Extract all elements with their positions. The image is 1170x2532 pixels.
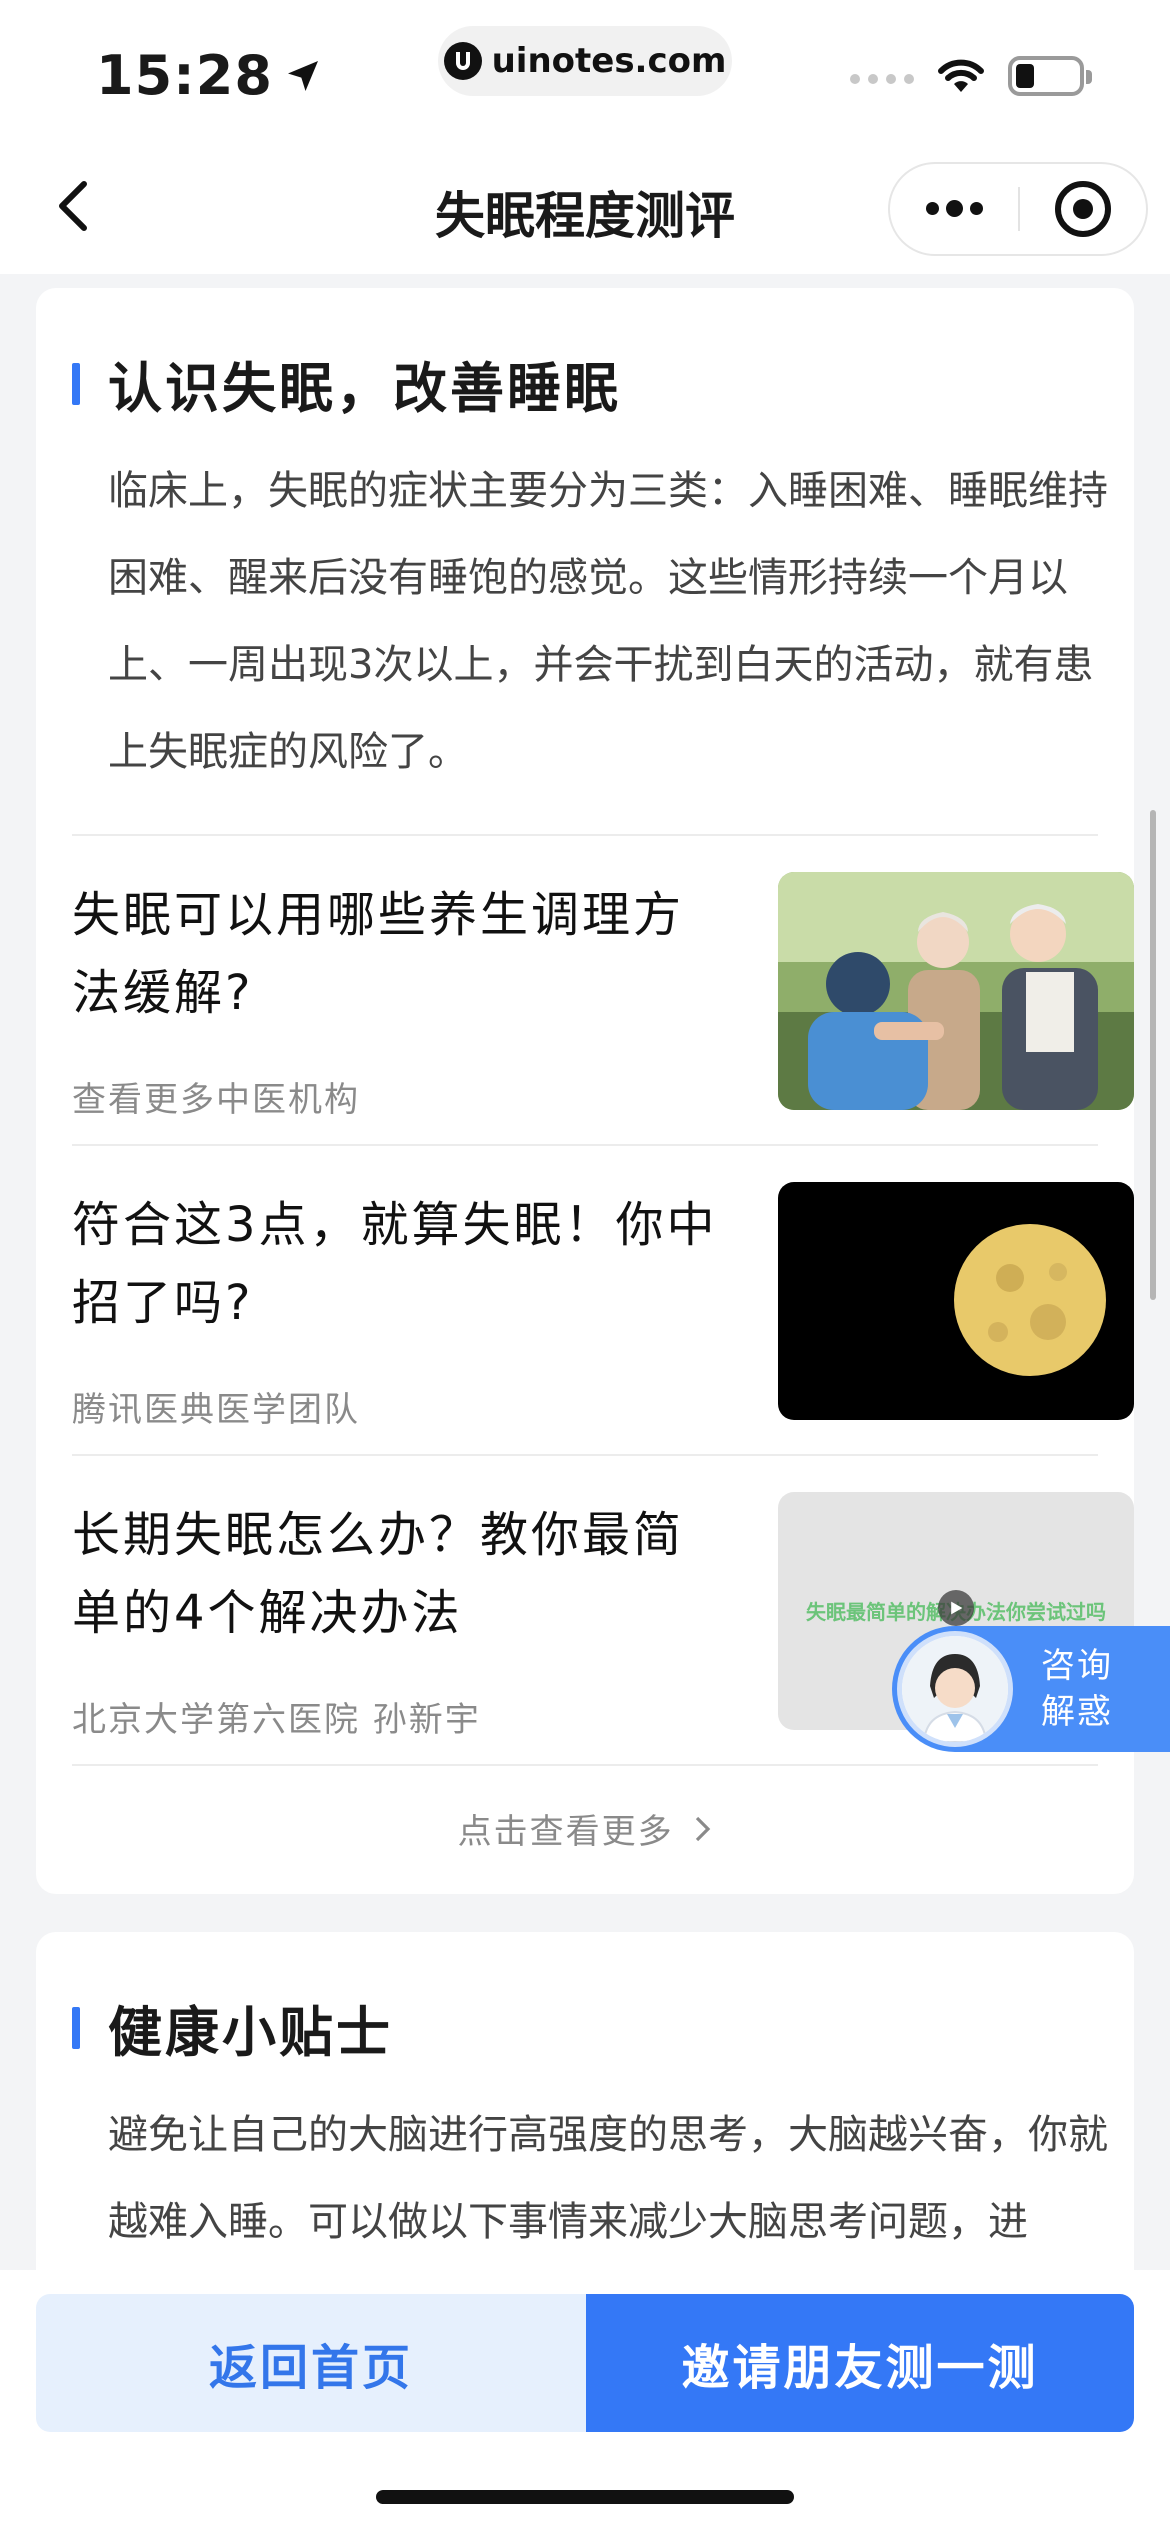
consult-label-line1: 咨询 [1041, 1646, 1113, 1686]
invite-friends-button[interactable]: 邀请朋友测一测 [586, 2294, 1134, 2432]
scrollbar[interactable] [1150, 810, 1156, 1300]
back-to-home-button[interactable]: 返回首页 [36, 2294, 586, 2432]
play-icon [938, 1590, 974, 1626]
location-arrow-icon [283, 56, 323, 96]
section-title: 健康小贴士 [108, 2001, 393, 2064]
article-thumbnail [778, 1182, 1134, 1420]
section-intro: 避免让自己的大脑进行高强度的思考，大脑越兴奋，你就越难入睡。可以做以下事情来减少… [108, 2112, 1108, 2245]
doctor-avatar [897, 1631, 1013, 1747]
consult-float-button[interactable]: 咨询 解惑 [892, 1626, 1170, 1752]
section-intro: 临床上，失眠的症状主要分为三类：入睡困难、睡眠维持困难、醒来后没有睡饱的感觉。这… [108, 468, 1108, 775]
status-time: 15:28 [96, 44, 323, 107]
section-accent-bar [72, 2006, 80, 2049]
section-title: 认识失眠，改善睡眠 [108, 357, 621, 420]
article-title: 失眠可以用哪些养生调理方法缓解? [72, 887, 685, 1021]
chevron-right-icon [694, 1812, 712, 1852]
status-time-text: 15:28 [96, 44, 273, 107]
article-title: 符合这3点，就算失眠！你中招了吗? [72, 1197, 718, 1331]
section-header: 健康小贴士 [72, 1988, 393, 2067]
consult-label-line2: 解惑 [1041, 1692, 1113, 1732]
url-text: uinotes.com [491, 41, 727, 81]
article-source: 北京大学第六医院 孙新宇 [72, 1700, 481, 1740]
wifi-icon [935, 56, 987, 100]
miniprogram-capsule [888, 162, 1148, 256]
article-item[interactable]: 符合这3点，就算失眠！你中招了吗? 腾讯医典医学团队 [72, 1144, 1134, 1454]
list-divider [72, 1764, 1098, 1766]
article-thumbnail [778, 872, 1134, 1110]
battery-icon [1008, 56, 1092, 96]
url-pill[interactable]: uinotes.com [438, 26, 732, 96]
nav-bar: 失眠程度测评 [0, 140, 1170, 274]
section-accent-bar [72, 362, 80, 405]
article-source: 查看更多中医机构 [72, 1080, 360, 1120]
status-bar: 15:28 uinotes.com [0, 0, 1170, 140]
see-more-link[interactable]: 点击查看更多 [36, 1804, 1134, 1853]
close-target-icon [1055, 181, 1111, 237]
site-logo-icon [443, 42, 482, 80]
more-options-icon[interactable] [890, 199, 1018, 217]
consult-label: 咨询 解惑 [1041, 1643, 1113, 1735]
article-item[interactable]: 失眠可以用哪些养生调理方法缓解? 查看更多中医机构 [72, 834, 1134, 1144]
close-miniprogram-button[interactable] [1020, 181, 1146, 237]
section-header: 认识失眠，改善睡眠 [72, 344, 621, 423]
article-title: 长期失眠怎么办？教你最简单的4个解决办法 [72, 1507, 685, 1641]
article-source: 腾讯医典医学团队 [72, 1390, 360, 1430]
home-indicator [376, 2490, 794, 2504]
see-more-label: 点击查看更多 [457, 1812, 674, 1852]
cellular-signal-icon [850, 74, 914, 84]
